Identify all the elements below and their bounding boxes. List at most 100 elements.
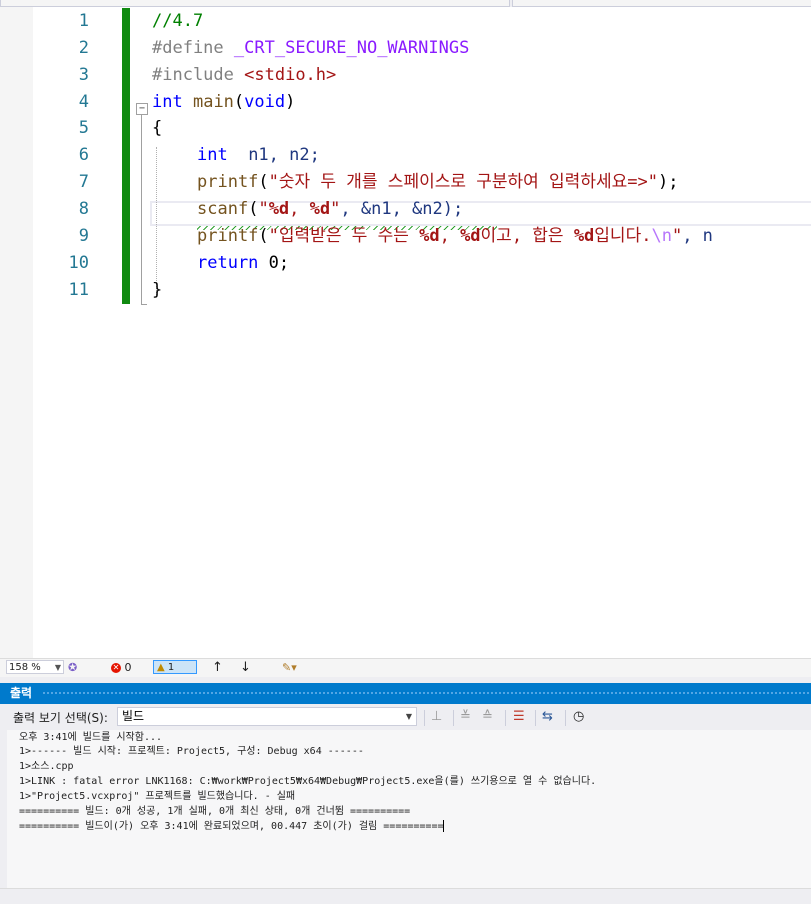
string-literal: "숫자 두 개를 스페이스로 구분하여 입력하세요=>": [268, 172, 658, 192]
string-literal: 이고, 합은: [480, 226, 574, 246]
fold-guide-end: [141, 304, 147, 305]
output-toolbar: 출력 보기 선택(S): 빌드 ▼ ⊥ ≚ ≙ ☰ ⇆ ◷: [0, 704, 811, 730]
function-name: printf: [197, 172, 259, 192]
toolbar-separator: [453, 710, 454, 726]
keyword: return: [197, 253, 259, 273]
header-grip: [42, 691, 811, 696]
output-line: ========== 빌드: 0개 성공, 1개 실패, 0개 최신 상태, 0…: [19, 806, 411, 817]
zoom-dropdown[interactable]: 158 % ▼: [6, 660, 64, 674]
next-message-icon[interactable]: ≙: [482, 709, 493, 725]
string-literal: ,: [439, 226, 461, 246]
preprocessor-keyword: #define: [152, 38, 224, 58]
change-tracking-bar: [122, 8, 130, 304]
chevron-down-icon: ▼: [54, 663, 61, 672]
fold-guide: [141, 115, 142, 305]
code-line-3[interactable]: #include <stdio.h>: [152, 62, 336, 89]
code-line-7[interactable]: printf("숫자 두 개를 스페이스로 구분하여 입력하세요=>");: [197, 169, 678, 196]
line-number: 4: [78, 92, 89, 112]
toolbar-separator: [505, 710, 506, 726]
code-line-9[interactable]: printf("입력받은 두 수는 %d, %d이고, 합은 %d입니다.\n"…: [197, 223, 713, 250]
scope-selector[interactable]: [512, 0, 811, 7]
code-line-6[interactable]: int n1, n2;: [197, 142, 320, 169]
punct: (: [258, 226, 269, 246]
string-literal: ,: [289, 199, 310, 219]
output-source-select[interactable]: 빌드 ▼: [117, 707, 417, 726]
output-line: 1>"Project5.vcxproj" 프로젝트를 빌드했습니다. - 실패: [19, 791, 296, 802]
output-bottom-bar: [0, 888, 811, 904]
code-line-1[interactable]: //4.7: [152, 8, 203, 35]
line-number: 3: [78, 65, 89, 85]
function-name: main: [192, 92, 234, 112]
code-editor[interactable]: − 1 2 3 4 5 6 7 8 9 10 11 //4.7 #define …: [0, 7, 811, 658]
code-cleanup-icon[interactable]: ✎▾: [282, 660, 297, 676]
editor-status-bar: 158 % ▼ ✪ ✕ 0 ▲ 1 ↑ ↓ ✎▾: [0, 658, 811, 677]
punct: {: [152, 118, 163, 138]
output-line-text: ========== 빌드이(가) 오후 3:41에 완료되었으며, 00.44…: [19, 821, 444, 832]
toolbar-separator: [535, 710, 536, 726]
line-number: 11: [68, 280, 89, 300]
macro-name: _CRT_SECURE_NO_WARNINGS: [233, 38, 470, 58]
line-number: 5: [78, 118, 89, 138]
keyword: int: [197, 145, 228, 165]
keyword: int: [152, 92, 183, 112]
clock-icon[interactable]: ◷: [573, 709, 584, 725]
toolbar-separator: [565, 710, 566, 726]
string-literal: 입니다.: [594, 226, 652, 246]
return-value: 0;: [258, 253, 290, 273]
output-line: 1>------ 빌드 시작: 프로젝트: Project5, 구성: Debu…: [19, 746, 364, 757]
format-specifier: %d: [573, 226, 595, 246]
previous-message-icon[interactable]: ≚: [460, 709, 471, 725]
punct: (: [248, 199, 259, 219]
line-number: 6: [78, 145, 89, 165]
output-text-area[interactable]: 오후 3:41에 빌드를 시작함... 1>------ 빌드 시작: 프로젝트…: [7, 730, 811, 888]
string-literal: ": [258, 199, 269, 219]
code-line-8[interactable]: scanf("%d, %d", &n1, &n2);: [197, 196, 463, 223]
code-line-5[interactable]: {: [152, 115, 162, 142]
format-specifier: %d: [460, 226, 481, 246]
arguments: , n: [682, 226, 713, 246]
variable-list: n1, n2;: [227, 145, 320, 165]
error-icon: ✕: [111, 663, 121, 673]
arguments: , &n1, &n2);: [340, 199, 464, 219]
project-selector[interactable]: [0, 0, 510, 7]
output-line: 1>LINK : fatal error LNK1168: C:₩work₩Pr…: [19, 776, 597, 787]
format-specifier: %d: [309, 199, 331, 219]
clear-all-icon[interactable]: ☰: [513, 709, 525, 725]
indent-guide: [156, 147, 157, 297]
code-line-10[interactable]: return 0;: [197, 250, 289, 277]
punct: ): [285, 92, 296, 112]
intellicode-icon[interactable]: ✪: [68, 660, 77, 676]
toolbar-separator: [424, 710, 425, 726]
line-number: 8: [78, 199, 89, 219]
punct: );: [657, 172, 679, 192]
top-tab-strip: [0, 0, 811, 7]
preprocessor-keyword: #include: [152, 65, 234, 85]
output-left-edge: [0, 730, 7, 888]
text-caret: [443, 820, 445, 832]
warning-icon: ▲: [157, 662, 165, 673]
format-specifier: %d: [419, 226, 440, 246]
string-literal: ": [671, 226, 683, 246]
punct: }: [152, 280, 163, 300]
output-panel-header[interactable]: 출력: [0, 683, 811, 704]
collapse-icon[interactable]: −: [136, 103, 148, 115]
next-issue-button[interactable]: ↓: [240, 660, 251, 676]
word-wrap-icon[interactable]: ⇆: [542, 709, 553, 725]
chevron-down-icon: ▼: [405, 712, 412, 721]
error-count[interactable]: ✕ 0: [111, 660, 132, 676]
warning-count-value: 1: [167, 662, 175, 673]
comment: //4.7: [152, 11, 204, 31]
code-line-11[interactable]: }: [152, 277, 162, 304]
find-message-icon[interactable]: ⊥: [431, 709, 442, 725]
function-name: scanf: [197, 199, 249, 219]
punct: (: [233, 92, 245, 112]
zoom-value: 158 %: [9, 662, 41, 673]
code-line-2[interactable]: #define _CRT_SECURE_NO_WARNINGS: [152, 35, 469, 62]
warning-count[interactable]: ▲ 1: [153, 660, 197, 674]
line-number: 1: [78, 11, 89, 31]
format-specifier: %d: [268, 199, 290, 219]
output-line: 1>소스.cpp: [19, 761, 74, 772]
previous-issue-button[interactable]: ↑: [212, 660, 223, 676]
code-line-4[interactable]: int main(void): [152, 89, 295, 116]
left-margin: [0, 7, 33, 658]
